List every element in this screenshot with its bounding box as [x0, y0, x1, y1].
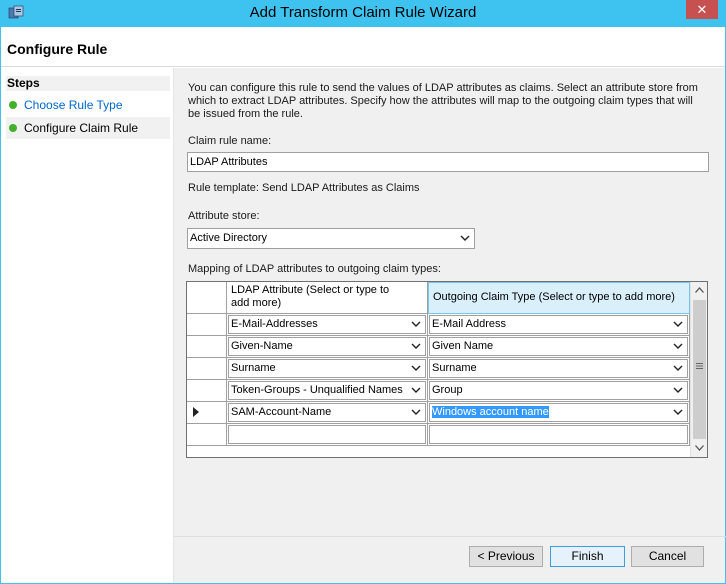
- ldap-attribute-combo[interactable]: E-Mail-Addresses: [228, 315, 426, 334]
- step-label: Choose Rule Type: [24, 98, 123, 112]
- claim-type-combo[interactable]: Windows account name: [429, 403, 688, 422]
- page-title: Configure Rule: [7, 41, 108, 57]
- attribute-store-label: Attribute store:: [188, 210, 260, 222]
- client-area: Configure Rule Steps Choose Rule Type Co…: [1, 27, 726, 583]
- new-ldap-attribute-cell[interactable]: [227, 424, 428, 446]
- claim-type-cell[interactable]: Group: [428, 380, 690, 402]
- window-title: Add Transform Claim Rule Wizard: [249, 4, 477, 21]
- chevron-down-icon: [673, 406, 683, 418]
- claim-type-combo[interactable]: Surname: [429, 359, 688, 378]
- chevron-down-icon: [411, 340, 421, 352]
- step-complete-icon: [9, 101, 17, 109]
- row-header[interactable]: [187, 358, 227, 380]
- claim-type-value-selected: Windows account name: [432, 406, 549, 418]
- ldap-attribute-value: Surname: [231, 362, 276, 374]
- new-ldap-attribute-combo[interactable]: [228, 425, 426, 444]
- rule-template-text: Rule template: Send LDAP Attributes as C…: [188, 182, 420, 194]
- claim-type-value: E-Mail Address: [432, 318, 506, 330]
- mapping-label: Mapping of LDAP attributes to outgoing c…: [188, 263, 441, 275]
- ldap-attribute-cell[interactable]: SAM-Account-Name: [227, 402, 428, 424]
- ldap-attribute-cell[interactable]: Token-Groups - Unqualified Names: [227, 380, 428, 402]
- steps-panel: Steps Choose Rule Type Configure Claim R…: [1, 68, 171, 583]
- current-row-icon: [193, 407, 199, 419]
- column-header-outgoing-claim-type[interactable]: Outgoing Claim Type (Select or type to a…: [428, 282, 690, 314]
- ldap-attribute-combo[interactable]: SAM-Account-Name: [228, 403, 426, 422]
- step-choose-rule-type[interactable]: Choose Rule Type: [6, 94, 170, 116]
- claim-type-cell[interactable]: Windows account name: [428, 402, 690, 424]
- ldap-attribute-cell[interactable]: Surname: [227, 358, 428, 380]
- intro-text: You can configure this rule to send the …: [188, 82, 698, 120]
- claim-rule-name-value: LDAP Attributes: [190, 156, 268, 168]
- claim-type-combo[interactable]: Group: [429, 381, 688, 400]
- new-claim-type-combo[interactable]: [429, 425, 688, 444]
- new-claim-type-cell[interactable]: [428, 424, 690, 446]
- chevron-down-icon: [673, 318, 683, 330]
- cancel-button[interactable]: Cancel: [631, 546, 704, 567]
- chevron-down-icon: [411, 384, 421, 396]
- close-button[interactable]: ✕: [686, 0, 718, 19]
- ldap-attribute-value: SAM-Account-Name: [231, 406, 332, 418]
- claim-type-value: Surname: [432, 362, 477, 374]
- finish-button[interactable]: Finish: [550, 546, 625, 567]
- ldap-attribute-value: Token-Groups - Unqualified Names: [231, 384, 403, 396]
- claim-type-cell[interactable]: Surname: [428, 358, 690, 380]
- column-header-text: add more): [231, 297, 282, 309]
- chevron-down-icon: [673, 384, 683, 396]
- claim-type-combo[interactable]: Given Name: [429, 337, 688, 356]
- ldap-attribute-combo[interactable]: Token-Groups - Unqualified Names: [228, 381, 426, 400]
- claim-type-cell[interactable]: Given Name: [428, 336, 690, 358]
- scroll-up-icon[interactable]: [691, 282, 707, 299]
- steps-heading: Steps: [6, 76, 170, 91]
- claim-type-combo[interactable]: E-Mail Address: [429, 315, 688, 334]
- row-header[interactable]: [187, 314, 227, 336]
- current-row-header[interactable]: [187, 402, 227, 424]
- claim-rule-name-input[interactable]: LDAP Attributes: [187, 152, 709, 172]
- attribute-store-select[interactable]: Active Directory: [187, 228, 475, 249]
- wizard-window: Add Transform Claim Rule Wizard ✕ Config…: [0, 0, 726, 584]
- scroll-thumb[interactable]: [693, 300, 706, 439]
- grip-icon: [696, 362, 703, 372]
- vertical-scrollbar[interactable]: [690, 282, 707, 457]
- ldap-attribute-cell[interactable]: E-Mail-Addresses: [227, 314, 428, 336]
- claim-rule-name-label: Claim rule name:: [188, 135, 272, 147]
- ldap-attribute-combo[interactable]: Given-Name: [228, 337, 426, 356]
- claim-type-cell[interactable]: E-Mail Address: [428, 314, 690, 336]
- new-row-header[interactable]: [187, 424, 227, 446]
- chevron-down-icon: [411, 362, 421, 374]
- close-icon: ✕: [696, 2, 708, 17]
- step-current-icon: [9, 124, 17, 132]
- row-header[interactable]: [187, 336, 227, 358]
- chevron-down-icon: [673, 362, 683, 374]
- ldap-attribute-cell[interactable]: Given-Name: [227, 336, 428, 358]
- footer-divider: [174, 536, 726, 537]
- step-configure-claim-rule[interactable]: Configure Claim Rule: [6, 117, 170, 139]
- chevron-down-icon: [411, 406, 421, 418]
- attribute-store-value: Active Directory: [190, 232, 268, 244]
- chevron-down-icon: [460, 232, 470, 244]
- content-panel: You can configure this rule to send the …: [173, 68, 726, 583]
- column-header-text: LDAP Attribute (Select or type to: [231, 284, 390, 296]
- page-header: Configure Rule: [1, 27, 725, 67]
- chevron-down-icon: [673, 340, 683, 352]
- ldap-attribute-combo[interactable]: Surname: [228, 359, 426, 378]
- ldap-attribute-value: E-Mail-Addresses: [231, 318, 318, 330]
- step-label: Configure Claim Rule: [24, 121, 139, 135]
- title-bar: Add Transform Claim Rule Wizard ✕: [0, 0, 726, 27]
- ldap-attribute-value: Given-Name: [231, 340, 293, 352]
- column-header-ldap-attribute[interactable]: LDAP Attribute (Select or type to add mo…: [227, 282, 428, 314]
- mapping-grid[interactable]: LDAP Attribute (Select or type to add mo…: [186, 281, 708, 458]
- column-header-text: Outgoing Claim Type (Select or type to a…: [433, 291, 675, 303]
- scroll-down-icon[interactable]: [691, 440, 707, 457]
- grid-corner-header: [187, 282, 227, 314]
- claim-type-value: Group: [432, 384, 463, 396]
- claim-type-value: Given Name: [432, 340, 494, 352]
- previous-button[interactable]: < Previous: [469, 546, 543, 567]
- chevron-down-icon: [411, 318, 421, 330]
- row-header[interactable]: [187, 380, 227, 402]
